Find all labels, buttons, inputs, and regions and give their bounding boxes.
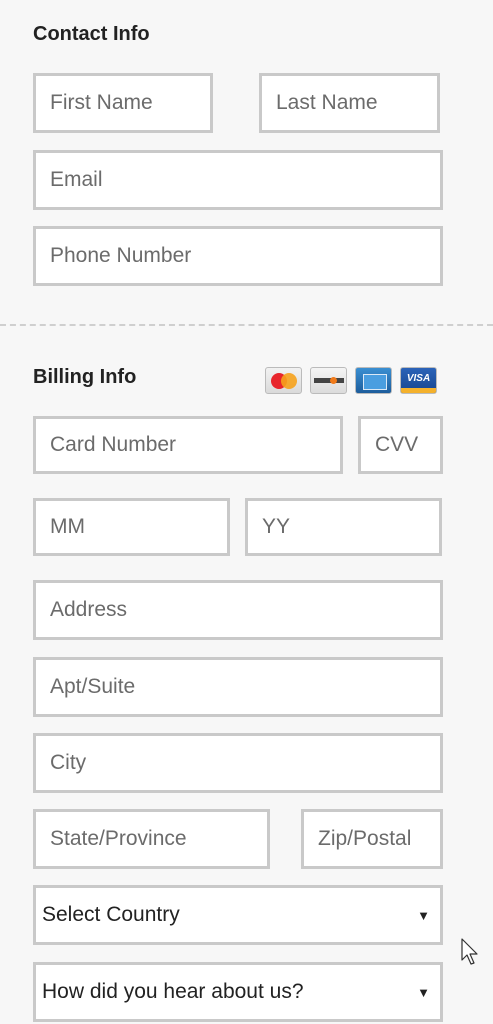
expiry-month-input[interactable] <box>33 498 230 556</box>
card-number-input[interactable] <box>33 416 343 474</box>
contact-info-title: Contact Info <box>33 23 150 45</box>
amex-icon <box>355 367 392 394</box>
mouse-pointer-icon <box>461 938 478 965</box>
first-name-input[interactable] <box>33 73 213 133</box>
last-name-input[interactable] <box>259 73 440 133</box>
referral-select-value: How did you hear about us? <box>42 980 304 1003</box>
country-select-value: Select Country <box>42 903 180 926</box>
checkout-form: Contact Info Billing Info VISA Select Co… <box>0 0 493 1024</box>
chevron-down-icon: ▼ <box>417 907 430 923</box>
address-input[interactable] <box>33 580 443 640</box>
visa-icon-text: VISA <box>406 373 431 384</box>
apt-suite-input[interactable] <box>33 657 443 717</box>
section-divider <box>0 324 493 326</box>
email-input[interactable] <box>33 150 443 210</box>
discover-icon <box>310 367 347 394</box>
state-province-input[interactable] <box>33 809 270 869</box>
referral-source-select[interactable]: How did you hear about us? ▼ <box>33 962 443 1022</box>
phone-number-input[interactable] <box>33 226 443 286</box>
cvv-input[interactable] <box>358 416 443 474</box>
zip-postal-input[interactable] <box>301 809 443 869</box>
mastercard-icon <box>265 367 302 394</box>
visa-icon: VISA <box>400 367 437 394</box>
accepted-cards: VISA <box>265 367 437 394</box>
country-select[interactable]: Select Country ▼ <box>33 885 443 945</box>
chevron-down-icon: ▼ <box>417 984 430 1000</box>
billing-info-title: Billing Info <box>33 366 137 388</box>
expiry-year-input[interactable] <box>245 498 442 556</box>
city-input[interactable] <box>33 733 443 793</box>
